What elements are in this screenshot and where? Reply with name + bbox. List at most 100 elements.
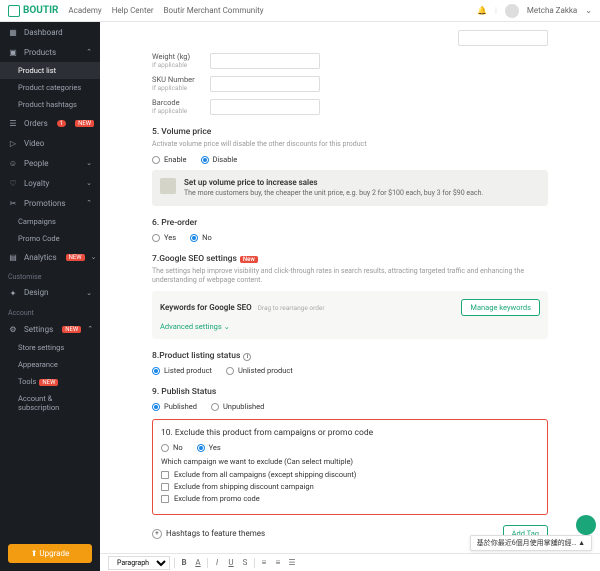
volume-price-info: Set up volume price to increase salesThe…	[152, 170, 548, 206]
orders-icon: ☰	[8, 118, 18, 128]
check-exclude-shipping[interactable]: Exclude from shipping discount campaign	[161, 482, 539, 491]
main-content: Weight (kg)If applicable SKU NumberIf ap…	[100, 22, 600, 571]
chevron-down-icon: ⌄	[86, 289, 92, 297]
chat-bubble-icon[interactable]	[576, 515, 596, 535]
sidebar: ▦Dashboard▣Products⌃Product listProduct …	[0, 22, 100, 571]
barcode-label: Barcode	[152, 98, 202, 107]
chevron-down-icon[interactable]: ⌄	[585, 6, 592, 15]
section-volume-price: 5. Volume price	[152, 127, 548, 137]
radio-exclude-no[interactable]: No	[161, 443, 183, 452]
chevron-icon: ⌄	[86, 179, 92, 187]
bell-icon[interactable]: 🔔	[477, 6, 487, 15]
sidebar-item-orders[interactable]: ☰Orders1NEW⌄	[0, 113, 100, 133]
sidebar-item-dashboard[interactable]: ▦Dashboard	[0, 22, 100, 42]
underline-icon[interactable]: U	[226, 558, 236, 568]
radio-preorder-yes[interactable]: Yes	[152, 233, 176, 242]
sidebar-item-people[interactable]: ☺People⌄	[0, 153, 100, 173]
promo-icon: ✂	[8, 198, 18, 208]
chart-icon: ▤	[8, 252, 18, 262]
nav-community[interactable]: Boutir Merchant Community	[164, 6, 264, 15]
bold-icon[interactable]: B	[179, 558, 189, 568]
radio-exclude-yes[interactable]: Yes	[197, 443, 221, 452]
people-icon: ☺	[8, 158, 18, 168]
section-preorder: 6. Pre-order	[152, 218, 548, 228]
sidebar-sub-appearance[interactable]: Appearance	[0, 356, 100, 373]
hashtags-label: Hashtags to feature themes	[166, 529, 265, 538]
sidebar-sub-campaigns[interactable]: Campaigns	[0, 213, 100, 230]
weight-label: Weight (kg)	[152, 52, 202, 61]
discount-icon	[160, 178, 176, 194]
exclude-section: 10. Exclude this product from campaigns …	[152, 419, 548, 515]
section-customise: Customise	[0, 267, 100, 283]
design-icon: ✦	[8, 288, 18, 298]
check-exclude-promo[interactable]: Exclude from promo code	[161, 494, 539, 503]
count-badge: 1	[57, 120, 66, 127]
radio-disable[interactable]: Disable	[201, 155, 238, 164]
user-name[interactable]: Metcha Zakka	[527, 6, 577, 15]
plus-icon[interactable]: +	[152, 529, 162, 539]
editor-toolbar: Paragraph B A I U S ≡ ≡ ☰	[100, 553, 600, 571]
gear-icon: ⚙	[8, 324, 18, 334]
radio-unlisted[interactable]: Unlisted product	[226, 366, 293, 375]
section-seo: 7.Google SEO settingsNew	[152, 254, 548, 264]
dashboard-icon: ▦	[8, 27, 18, 37]
new-badge: NEW	[39, 379, 58, 386]
nav-academy[interactable]: Academy	[68, 6, 101, 15]
paragraph-select[interactable]: Paragraph	[108, 556, 170, 570]
barcode-input[interactable]	[210, 99, 320, 115]
radio-published[interactable]: Published	[152, 402, 197, 411]
section-publish: 9. Publish Status	[152, 387, 548, 397]
loyalty-icon: ♡	[8, 178, 18, 188]
radio-unpublished[interactable]: Unpublished	[211, 402, 264, 411]
new-badge: NEW	[66, 254, 85, 261]
check-exclude-all[interactable]: Exclude from all campaigns (except shipp…	[161, 470, 539, 479]
sku-input[interactable]	[210, 76, 320, 92]
chevron-icon: ⌄	[91, 253, 97, 261]
sidebar-sub-account-&-subscription[interactable]: Account & subscription	[0, 390, 100, 416]
sidebar-item-loyalty[interactable]: ♡Loyalty⌄	[0, 173, 100, 193]
new-badge: NEW	[75, 120, 94, 127]
sku-label: SKU Number	[152, 75, 202, 84]
toast-message[interactable]: 基於你最近6個月使用掌舖的經… ▲	[470, 535, 592, 551]
chevron-icon: ⌃	[86, 48, 92, 56]
info-icon[interactable]: i	[243, 353, 251, 361]
sidebar-item-video[interactable]: ▷Video	[0, 133, 100, 153]
keywords-label: Keywords for Google SEO	[160, 303, 252, 312]
advanced-settings-link[interactable]: Advanced settings ⌄	[160, 322, 540, 331]
exclude-title: 10. Exclude this product from campaigns …	[161, 428, 539, 438]
sidebar-sub-product-list[interactable]: Product list	[0, 62, 100, 79]
sidebar-item-design[interactable]: ✦Design ⌄	[0, 283, 100, 303]
list-icon[interactable]: ☰	[287, 558, 297, 568]
sidebar-item-analytics[interactable]: ▤AnalyticsNEW⌄	[0, 247, 100, 267]
sidebar-item-settings[interactable]: ⚙SettingsNEW ⌃	[0, 319, 100, 339]
radio-preorder-no[interactable]: No	[190, 233, 212, 242]
logo[interactable]: BOUTIR	[8, 5, 58, 17]
chevron-up-icon: ⌃	[87, 325, 93, 333]
sidebar-sub-tools[interactable]: ToolsNEW	[0, 373, 100, 390]
avatar[interactable]	[505, 4, 519, 18]
sidebar-sub-promo-code[interactable]: Promo Code	[0, 230, 100, 247]
sidebar-item-promotions[interactable]: ✂Promotions⌃	[0, 193, 100, 213]
align-center-icon[interactable]: ≡	[273, 558, 283, 568]
logo-icon	[8, 5, 20, 17]
radio-listed[interactable]: Listed product	[152, 366, 212, 375]
nav-help[interactable]: Help Center	[112, 6, 154, 15]
radio-enable[interactable]: Enable	[152, 155, 187, 164]
box-icon: ▣	[8, 47, 18, 57]
sidebar-sub-store-settings[interactable]: Store settings	[0, 339, 100, 356]
sidebar-sub-product-hashtags[interactable]: Product hashtags	[0, 96, 100, 113]
strike-icon[interactable]: S	[240, 558, 250, 568]
font-color-icon[interactable]: A	[193, 558, 203, 568]
manage-keywords-button[interactable]: Manage keywords	[461, 299, 540, 316]
section-account: Account	[0, 303, 100, 319]
weight-input[interactable]	[210, 53, 320, 69]
sidebar-sub-product-categories[interactable]: Product categories	[0, 79, 100, 96]
video-icon: ▷	[8, 138, 18, 148]
sidebar-item-products[interactable]: ▣Products⌃	[0, 42, 100, 62]
top-input[interactable]	[458, 30, 548, 46]
align-left-icon[interactable]: ≡	[259, 558, 269, 568]
chevron-icon: ⌃	[86, 199, 92, 207]
italic-icon[interactable]: I	[212, 558, 222, 568]
upgrade-button[interactable]: ⬆ Upgrade	[8, 544, 92, 563]
new-badge: New	[240, 256, 258, 263]
